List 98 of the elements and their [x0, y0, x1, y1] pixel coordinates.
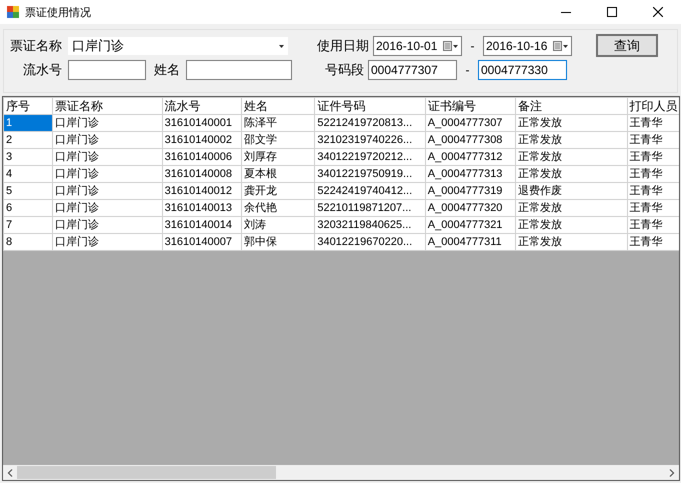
- table-cell: A_0004777320: [425, 200, 516, 216]
- column-header[interactable]: 序号: [4, 98, 53, 114]
- input-field[interactable]: 0004777307: [368, 60, 457, 80]
- app-icon: [7, 6, 19, 18]
- scroll-left-icon[interactable]: [7, 468, 13, 476]
- table-cell: 31610140013: [162, 200, 242, 216]
- table-cell: 6: [4, 200, 53, 216]
- ticket-name-dropdown[interactable]: 口岸门诊: [68, 37, 288, 55]
- table-cell: 31610140012: [162, 182, 242, 200]
- table-cell: 王青华: [627, 182, 679, 200]
- table-cell: A_0004777319: [425, 182, 516, 200]
- horizontal-scrollbar[interactable]: [3, 465, 679, 480]
- table-cell: 32032119840625...: [314, 216, 426, 234]
- table-cell: 正常发放: [516, 200, 628, 216]
- table-cell: 王青华: [627, 148, 679, 166]
- caret-icon[interactable]: [279, 44, 284, 48]
- table-cell: 口岸门诊: [52, 234, 162, 250]
- table-cell: 夏本根: [242, 166, 315, 182]
- table-cell: 正常发放: [516, 166, 628, 182]
- table-cell: 刘厚存: [242, 148, 315, 166]
- table-cell: 5: [4, 182, 53, 200]
- column-header[interactable]: 证件号码: [314, 98, 426, 114]
- table-cell: 刘涛: [242, 216, 315, 234]
- table-cell: 口岸门诊: [52, 132, 162, 148]
- table-cell: A_0004777321: [425, 216, 516, 234]
- table-cell: 1: [4, 114, 53, 132]
- table-cell: 52212419720813...: [314, 114, 426, 132]
- table-cell: 王青华: [627, 234, 679, 250]
- table-cell: A_0004777308: [425, 132, 516, 148]
- table-cell: 34012219750919...: [314, 166, 426, 182]
- field-label: 票证名称: [9, 37, 62, 55]
- table-cell: 32102319740226...: [314, 132, 426, 148]
- table-cell: 王青华: [627, 200, 679, 216]
- table-cell: 31610140001: [162, 114, 242, 132]
- close-icon[interactable]: [653, 7, 663, 17]
- table-cell: 正常发放: [516, 148, 628, 166]
- table-cell: 口岸门诊: [52, 148, 162, 166]
- table-cell: 34012219670220...: [314, 234, 426, 250]
- table-cell: 正常发放: [516, 216, 628, 234]
- table-cell: 口岸门诊: [52, 182, 162, 200]
- table-cell: A_0004777307: [425, 114, 516, 132]
- table-cell: 4: [4, 166, 53, 182]
- table-cell: 2: [4, 132, 53, 148]
- field-label: 姓名: [154, 61, 180, 79]
- table-cell: 口岸门诊: [52, 200, 162, 216]
- table-cell: 31610140008: [162, 166, 242, 182]
- column-header[interactable]: 打印人员: [627, 98, 679, 114]
- column-header[interactable]: 流水号: [162, 98, 242, 114]
- table-cell: 王青华: [627, 132, 679, 148]
- table-cell: 31610140006: [162, 148, 242, 166]
- input-field[interactable]: [186, 60, 292, 80]
- table-cell: 7: [4, 216, 53, 234]
- table-cell: 口岸门诊: [52, 114, 162, 132]
- column-header[interactable]: 证书编号: [425, 98, 516, 114]
- calendar-dropdown-icon[interactable]: [443, 41, 459, 51]
- table-cell: 31610140002: [162, 132, 242, 148]
- date-picker[interactable]: 2016-10-01: [373, 36, 462, 56]
- input-field[interactable]: 0004777330: [478, 60, 567, 80]
- table-cell: 31610140014: [162, 216, 242, 234]
- field-label: 流水号: [22, 61, 62, 79]
- calendar-dropdown-icon[interactable]: [553, 41, 569, 51]
- maximize-icon[interactable]: [607, 7, 617, 17]
- column-header[interactable]: 票证名称: [52, 98, 162, 114]
- range-separator: -: [470, 39, 476, 53]
- table-cell: 余代艳: [242, 200, 315, 216]
- scrollbar-thumb[interactable]: [17, 466, 276, 479]
- table-cell: 郭中保: [242, 234, 315, 250]
- column-header[interactable]: 备注: [516, 98, 628, 114]
- table-cell: 正常发放: [516, 132, 628, 148]
- table-cell: 正常发放: [516, 114, 628, 132]
- table-cell: 王青华: [627, 216, 679, 234]
- table-cell: 正常发放: [516, 234, 628, 250]
- table-cell: A_0004777311: [425, 234, 516, 250]
- table-cell: 52210119871207...: [314, 200, 426, 216]
- table-cell: 口岸门诊: [52, 166, 162, 182]
- table-cell: 龚开龙: [242, 182, 315, 200]
- table-cell: 31610140007: [162, 234, 242, 250]
- table-cell: 王青华: [627, 166, 679, 182]
- table-cell: 52242419740412...: [314, 182, 426, 200]
- table-cell: 邵文学: [242, 132, 315, 148]
- table-cell: 王青华: [627, 114, 679, 132]
- table-cell: A_0004777312: [425, 148, 516, 166]
- table-cell: A_0004777313: [425, 166, 516, 182]
- window-title: 票证使用情况: [25, 6, 91, 20]
- table-cell: 8: [4, 234, 53, 250]
- input-field[interactable]: [68, 60, 146, 80]
- table-cell: 3: [4, 148, 53, 166]
- date-picker[interactable]: 2016-10-16: [483, 36, 572, 56]
- range-separator: -: [464, 63, 470, 77]
- table-cell: 34012219720212...: [314, 148, 426, 166]
- scroll-right-icon[interactable]: [669, 468, 675, 476]
- table-cell: 口岸门诊: [52, 216, 162, 234]
- column-header[interactable]: 姓名: [242, 98, 315, 114]
- query-button[interactable]: 查询: [596, 34, 658, 57]
- table-cell: 退费作废: [516, 182, 628, 200]
- table-cell: 陈泽平: [242, 114, 315, 132]
- field-label: 使用日期: [316, 37, 369, 55]
- field-label: 号码段: [324, 61, 364, 79]
